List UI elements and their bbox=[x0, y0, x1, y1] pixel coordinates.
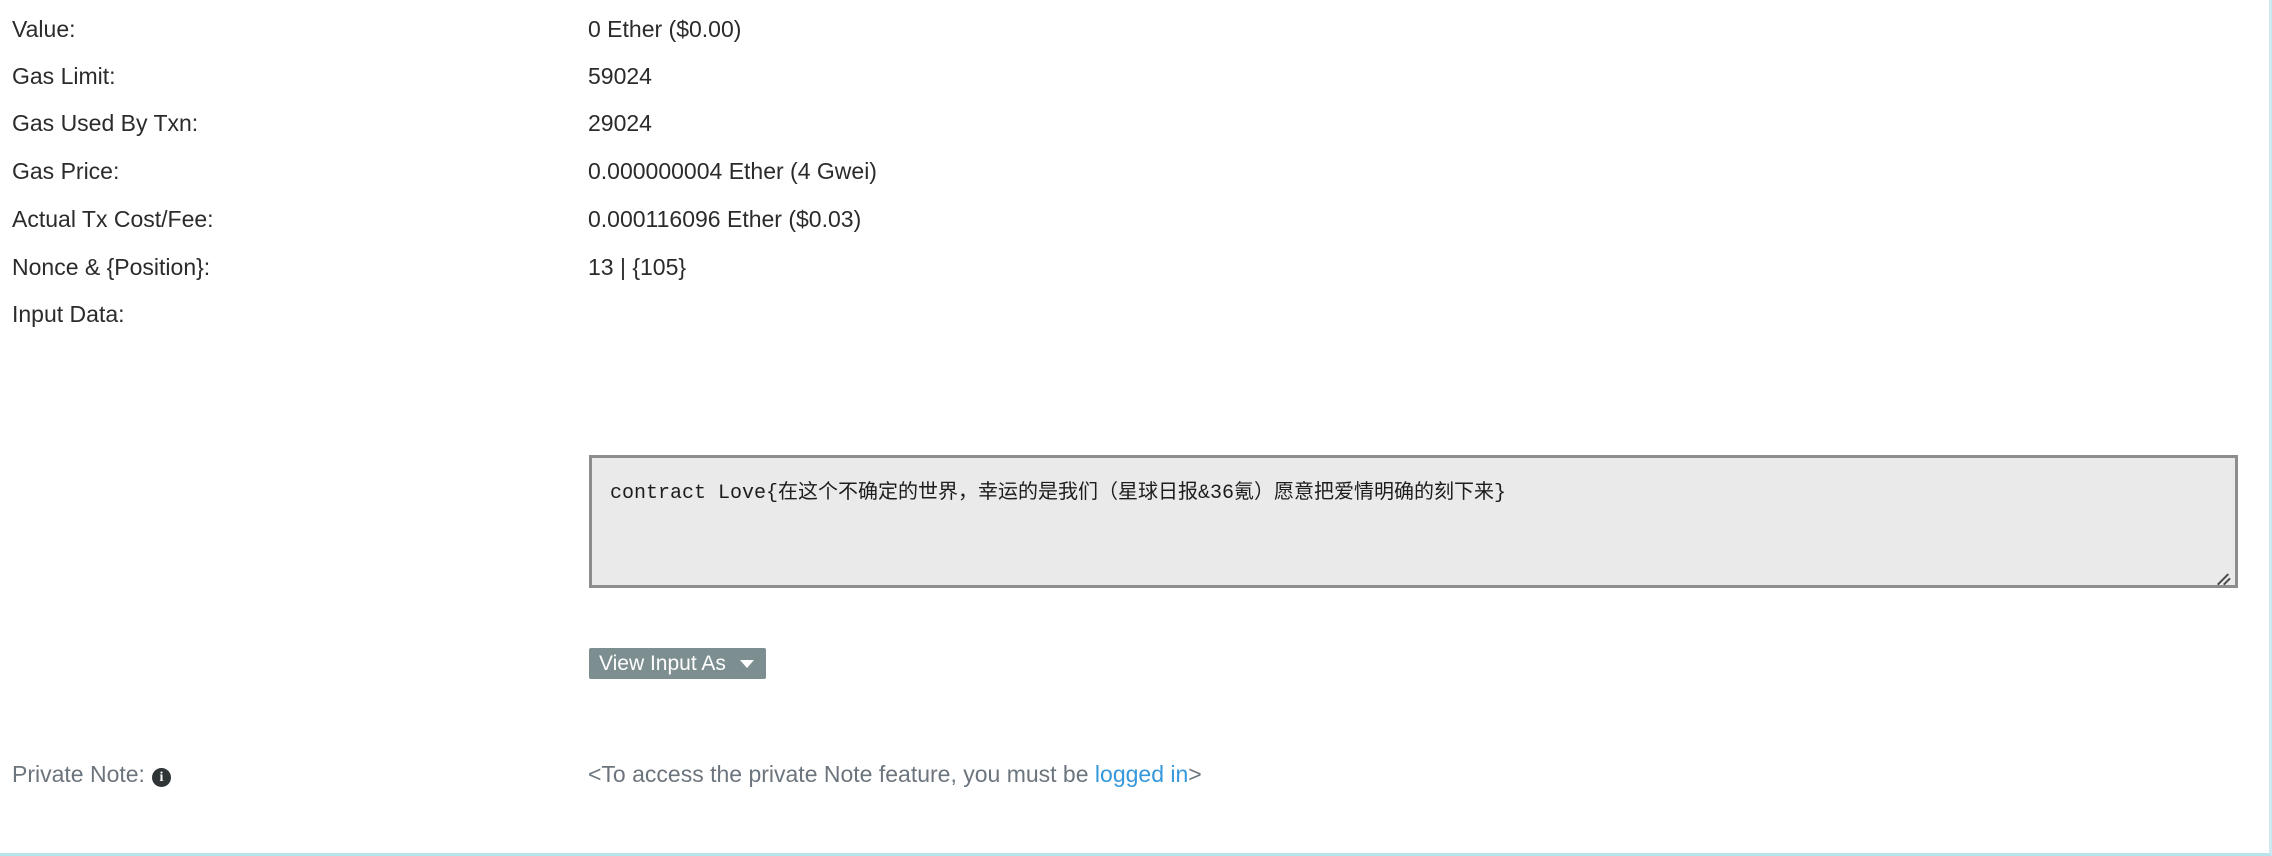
row-label-gas-used: Gas Used By Txn: bbox=[12, 110, 199, 136]
row-label-input-data: Input Data: bbox=[12, 301, 125, 327]
row-value-gas-price: 0.000000004 Ether (4 Gwei) bbox=[588, 158, 877, 184]
row-label-actual-tx-cost: Actual Tx Cost/Fee: bbox=[12, 206, 214, 232]
row-label-gas-limit: Gas Limit: bbox=[12, 63, 116, 89]
row-label-gas-price: Gas Price: bbox=[12, 158, 120, 184]
view-input-as-button[interactable]: View Input As bbox=[589, 648, 766, 679]
row-value-gas-limit: 59024 bbox=[588, 63, 652, 89]
info-icon[interactable]: i bbox=[151, 768, 171, 787]
private-note-text-before: <To access the private Note feature, you… bbox=[588, 761, 1095, 787]
private-note-message: <To access the private Note feature, you… bbox=[588, 760, 1202, 788]
row-label-value: Value: bbox=[12, 16, 76, 42]
row-label-private-note: Private Note: i bbox=[12, 760, 171, 788]
row-value-gas-used: 29024 bbox=[588, 110, 652, 136]
row-value-nonce-position: 13 | {105} bbox=[588, 254, 687, 280]
logged-in-link[interactable]: logged in bbox=[1095, 761, 1188, 787]
row-label-nonce-position: Nonce & {Position}: bbox=[12, 254, 211, 280]
private-note-text-after: > bbox=[1188, 761, 1202, 787]
view-input-as-label: View Input As bbox=[599, 652, 726, 675]
private-note-label-text: Private Note: bbox=[12, 761, 145, 787]
resize-grip-icon[interactable] bbox=[2216, 569, 2232, 586]
row-value-actual-tx-cost: 0.000116096 Ether ($0.03) bbox=[588, 206, 862, 232]
input-data-textarea[interactable] bbox=[589, 455, 2238, 588]
chevron-down-icon bbox=[739, 659, 754, 668]
transaction-details-panel: Value: 0 Ether ($0.00) Gas Limit: 59024 … bbox=[0, 0, 2272, 856]
row-value-value: 0 Ether ($0.00) bbox=[588, 16, 742, 42]
